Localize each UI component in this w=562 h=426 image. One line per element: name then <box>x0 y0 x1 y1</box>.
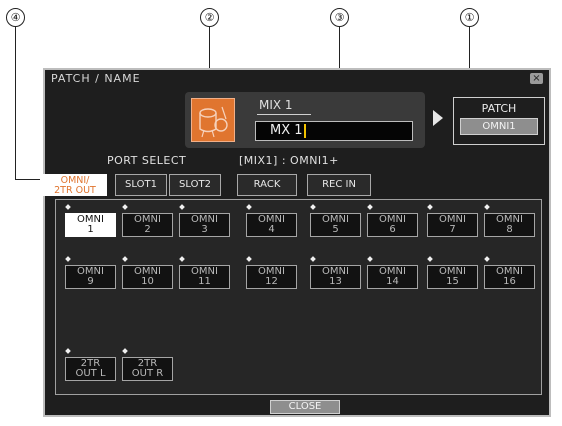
port-omni-5[interactable]: OMNI 5 <box>310 213 361 237</box>
callout-4: ④ <box>6 8 25 27</box>
patch-indicator <box>310 256 316 262</box>
drum-kit-icon[interactable] <box>191 98 235 142</box>
port-omni-10[interactable]: OMNI 10 <box>122 265 173 289</box>
port-omni-2[interactable]: OMNI 2 <box>122 213 173 237</box>
patch-indicator <box>484 256 490 262</box>
patch-name-dialog: PATCH / NAME × MIX 1 MX 1 PATCH OMNI1 PO… <box>43 68 551 417</box>
port-omni-9[interactable]: OMNI 9 <box>65 265 116 289</box>
port-status: [MIX1] : OMNI1+ <box>239 154 339 167</box>
tab-omni-2tr-out[interactable]: OMNI/ 2TR OUT <box>43 174 107 196</box>
port-omni-7[interactable]: OMNI 7 <box>427 213 478 237</box>
channel-name-value: MX 1 <box>270 123 303 138</box>
patch-indicator <box>179 204 185 210</box>
callout-2: ② <box>200 8 219 27</box>
patch-indicator <box>310 204 316 210</box>
channel-label: MIX 1 <box>259 98 293 112</box>
patch-indicator <box>122 204 128 210</box>
patch-indicator <box>122 256 128 262</box>
port-omni-13[interactable]: OMNI 13 <box>310 265 361 289</box>
dialog-title: PATCH / NAME <box>51 72 141 85</box>
close-button[interactable]: CLOSE <box>270 400 340 414</box>
port-omni-3[interactable]: OMNI 3 <box>179 213 230 237</box>
port-omni-14[interactable]: OMNI 14 <box>367 265 418 289</box>
patch-indicator <box>367 256 373 262</box>
tab-slot2[interactable]: SLOT2 <box>169 174 221 196</box>
port-omni-8[interactable]: OMNI 8 <box>484 213 535 237</box>
patch-indicator <box>122 348 128 354</box>
patch-indicator <box>484 204 490 210</box>
patch-label: PATCH <box>481 102 517 115</box>
port-2tr-out-r[interactable]: 2TR OUT R <box>122 357 173 381</box>
tab-label-line2: 2TR OUT <box>54 185 96 196</box>
tab-rack[interactable]: RACK <box>237 174 297 196</box>
patch-indicator <box>427 204 433 210</box>
patch-indicator <box>65 256 71 262</box>
patch-indicator <box>65 204 71 210</box>
patch-indicator <box>246 256 252 262</box>
callout-4-leader-h <box>15 179 40 180</box>
tab-rec-in[interactable]: REC IN <box>307 174 371 196</box>
port-grid: OMNI 1 OMNI 2 OMNI 3 OMNI 4 OMNI 5 OMNI 6 OMNI… <box>55 199 542 395</box>
port-omni-6[interactable]: OMNI 6 <box>367 213 418 237</box>
patch-panel: PATCH OMNI1 <box>453 97 545 145</box>
callout-4-leader <box>15 26 16 179</box>
port-omni-11[interactable]: OMNI 11 <box>179 265 230 289</box>
channel-header: MIX 1 MX 1 <box>185 92 425 148</box>
port-omni-15[interactable]: OMNI 15 <box>427 265 478 289</box>
port-2tr-out-l[interactable]: 2TR OUT L <box>65 357 116 381</box>
port-omni-16[interactable]: OMNI 16 <box>484 265 535 289</box>
port-omni-4[interactable]: OMNI 4 <box>246 213 297 237</box>
callout-3: ③ <box>330 8 349 27</box>
triangle-right-icon <box>433 110 443 126</box>
patch-indicator <box>65 348 71 354</box>
callout-1: ① <box>460 8 479 27</box>
patch-indicator <box>179 256 185 262</box>
channel-name-field[interactable]: MX 1 <box>255 121 413 141</box>
close-icon[interactable]: × <box>530 73 543 84</box>
text-cursor <box>303 123 306 138</box>
port-omni-1[interactable]: OMNI 1 <box>65 213 116 237</box>
tab-slot1[interactable]: SLOT1 <box>115 174 167 196</box>
channel-label-underline <box>257 114 311 115</box>
patch-indicator <box>246 204 252 210</box>
patch-indicator <box>427 256 433 262</box>
port-omni-12[interactable]: OMNI 12 <box>246 265 297 289</box>
port-select-label: PORT SELECT <box>107 154 187 167</box>
patch-button[interactable]: OMNI1 <box>460 118 538 135</box>
patch-indicator <box>367 204 373 210</box>
